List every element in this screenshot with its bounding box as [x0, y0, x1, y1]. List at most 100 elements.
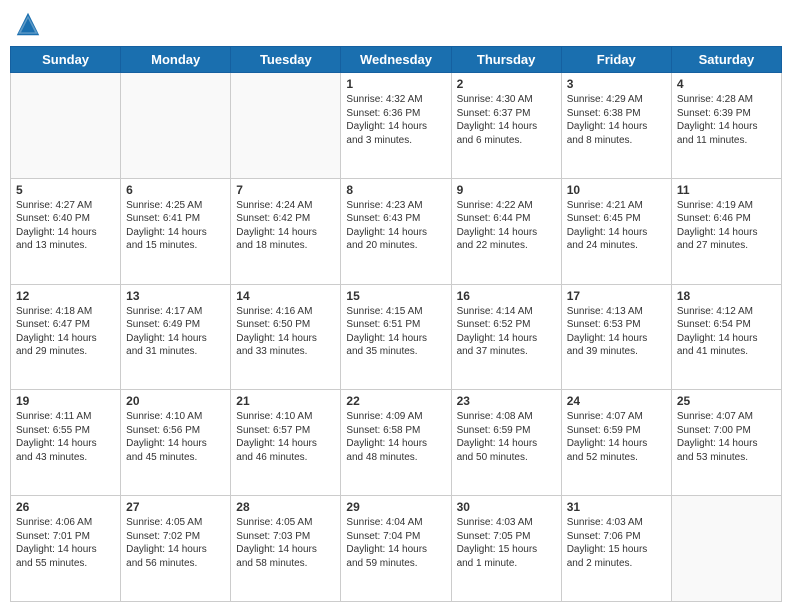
cell-content: Sunrise: 4:15 AM Sunset: 6:51 PM Dayligh…: [346, 305, 445, 359]
calendar-cell: 16 Sunrise: 4:14 AM Sunset: 6:52 PM Dayli…: [451, 284, 561, 390]
cell-content: Sunrise: 4:08 AM Sunset: 6:59 PM Dayligh…: [457, 410, 556, 464]
cell-content: Sunrise: 4:23 AM Sunset: 6:43 PM Dayligh…: [346, 199, 445, 253]
calendar-cell: 1 Sunrise: 4:32 AM Sunset: 6:36 PM Daylig…: [341, 73, 451, 179]
calendar-cell: 25 Sunrise: 4:07 AM Sunset: 7:00 PM Dayli…: [671, 390, 781, 496]
cell-content: Sunrise: 4:12 AM Sunset: 6:54 PM Dayligh…: [677, 305, 776, 359]
day-number: 9: [457, 183, 556, 197]
day-number: 26: [16, 500, 115, 514]
cell-content: Sunrise: 4:05 AM Sunset: 7:02 PM Dayligh…: [126, 516, 225, 570]
cell-content: Sunrise: 4:04 AM Sunset: 7:04 PM Dayligh…: [346, 516, 445, 570]
calendar-cell: 30 Sunrise: 4:03 AM Sunset: 7:05 PM Dayli…: [451, 496, 561, 602]
calendar-cell: 8 Sunrise: 4:23 AM Sunset: 6:43 PM Daylig…: [341, 178, 451, 284]
cell-content: Sunrise: 4:03 AM Sunset: 7:05 PM Dayligh…: [457, 516, 556, 570]
calendar-week-4: 19 Sunrise: 4:11 AM Sunset: 6:55 PM Dayli…: [11, 390, 782, 496]
day-number: 29: [346, 500, 445, 514]
day-number: 25: [677, 394, 776, 408]
calendar-cell: 18 Sunrise: 4:12 AM Sunset: 6:54 PM Dayli…: [671, 284, 781, 390]
cell-content: Sunrise: 4:10 AM Sunset: 6:57 PM Dayligh…: [236, 410, 335, 464]
cell-content: Sunrise: 4:30 AM Sunset: 6:37 PM Dayligh…: [457, 93, 556, 147]
cell-content: Sunrise: 4:09 AM Sunset: 6:58 PM Dayligh…: [346, 410, 445, 464]
calendar-cell: 11 Sunrise: 4:19 AM Sunset: 6:46 PM Dayli…: [671, 178, 781, 284]
day-header-tuesday: Tuesday: [231, 47, 341, 73]
day-number: 27: [126, 500, 225, 514]
day-number: 16: [457, 289, 556, 303]
day-number: 1: [346, 77, 445, 91]
calendar-cell: 19 Sunrise: 4:11 AM Sunset: 6:55 PM Dayli…: [11, 390, 121, 496]
day-header-saturday: Saturday: [671, 47, 781, 73]
calendar-cell: 2 Sunrise: 4:30 AM Sunset: 6:37 PM Daylig…: [451, 73, 561, 179]
calendar-cell: 27 Sunrise: 4:05 AM Sunset: 7:02 PM Dayli…: [121, 496, 231, 602]
cell-content: Sunrise: 4:19 AM Sunset: 6:46 PM Dayligh…: [677, 199, 776, 253]
cell-content: Sunrise: 4:03 AM Sunset: 7:06 PM Dayligh…: [567, 516, 666, 570]
calendar-cell: 26 Sunrise: 4:06 AM Sunset: 7:01 PM Dayli…: [11, 496, 121, 602]
calendar-week-5: 26 Sunrise: 4:06 AM Sunset: 7:01 PM Dayli…: [11, 496, 782, 602]
day-number: 20: [126, 394, 225, 408]
cell-content: Sunrise: 4:06 AM Sunset: 7:01 PM Dayligh…: [16, 516, 115, 570]
day-header-wednesday: Wednesday: [341, 47, 451, 73]
day-number: 19: [16, 394, 115, 408]
day-number: 8: [346, 183, 445, 197]
calendar-cell: 5 Sunrise: 4:27 AM Sunset: 6:40 PM Daylig…: [11, 178, 121, 284]
cell-content: Sunrise: 4:17 AM Sunset: 6:49 PM Dayligh…: [126, 305, 225, 359]
cell-content: Sunrise: 4:07 AM Sunset: 7:00 PM Dayligh…: [677, 410, 776, 464]
cell-content: Sunrise: 4:25 AM Sunset: 6:41 PM Dayligh…: [126, 199, 225, 253]
calendar-cell: 15 Sunrise: 4:15 AM Sunset: 6:51 PM Dayli…: [341, 284, 451, 390]
day-header-friday: Friday: [561, 47, 671, 73]
cell-content: Sunrise: 4:16 AM Sunset: 6:50 PM Dayligh…: [236, 305, 335, 359]
calendar-cell: 23Sunrise: 4:08 AM Sunset: 6:59 PM Dayli…: [451, 390, 561, 496]
cell-content: Sunrise: 4:18 AM Sunset: 6:47 PM Dayligh…: [16, 305, 115, 359]
calendar-cell: 9Sunrise: 4:22 AM Sunset: 6:44 PM Daylig…: [451, 178, 561, 284]
day-number: 21: [236, 394, 335, 408]
calendar-cell: [231, 73, 341, 179]
calendar-cell: [671, 496, 781, 602]
day-number: 12: [16, 289, 115, 303]
day-number: 7: [236, 183, 335, 197]
day-header-sunday: Sunday: [11, 47, 121, 73]
cell-content: Sunrise: 4:05 AM Sunset: 7:03 PM Dayligh…: [236, 516, 335, 570]
cell-content: Sunrise: 4:13 AM Sunset: 6:53 PM Dayligh…: [567, 305, 666, 359]
cell-content: Sunrise: 4:28 AM Sunset: 6:39 PM Dayligh…: [677, 93, 776, 147]
calendar-week-3: 12 Sunrise: 4:18 AM Sunset: 6:47 PM Dayli…: [11, 284, 782, 390]
day-number: 11: [677, 183, 776, 197]
day-number: 30: [457, 500, 556, 514]
day-number: 24: [567, 394, 666, 408]
calendar-cell: 29 Sunrise: 4:04 AM Sunset: 7:04 PM Dayli…: [341, 496, 451, 602]
calendar-cell: 20 Sunrise: 4:10 AM Sunset: 6:56 PM Dayli…: [121, 390, 231, 496]
calendar-cell: 6Sunrise: 4:25 AM Sunset: 6:41 PM Daylig…: [121, 178, 231, 284]
logo: [14, 10, 46, 38]
day-number: 5: [16, 183, 115, 197]
calendar-cell: 10 Sunrise: 4:21 AM Sunset: 6:45 PM Dayli…: [561, 178, 671, 284]
cell-content: Sunrise: 4:11 AM Sunset: 6:55 PM Dayligh…: [16, 410, 115, 464]
day-number: 3: [567, 77, 666, 91]
cell-content: Sunrise: 4:27 AM Sunset: 6:40 PM Dayligh…: [16, 199, 115, 253]
cell-content: Sunrise: 4:32 AM Sunset: 6:36 PM Dayligh…: [346, 93, 445, 147]
cell-content: Sunrise: 4:29 AM Sunset: 6:38 PM Dayligh…: [567, 93, 666, 147]
cell-content: Sunrise: 4:21 AM Sunset: 6:45 PM Dayligh…: [567, 199, 666, 253]
cell-content: Sunrise: 4:07 AM Sunset: 6:59 PM Dayligh…: [567, 410, 666, 464]
day-number: 14: [236, 289, 335, 303]
calendar-cell: 4 Sunrise: 4:28 AM Sunset: 6:39 PM Daylig…: [671, 73, 781, 179]
calendar-cell: 7Sunrise: 4:24 AM Sunset: 6:42 PM Daylig…: [231, 178, 341, 284]
day-number: 22: [346, 394, 445, 408]
day-header-monday: Monday: [121, 47, 231, 73]
calendar-cell: [11, 73, 121, 179]
day-number: 13: [126, 289, 225, 303]
calendar-table: SundayMondayTuesdayWednesdayThursdayFrid…: [10, 46, 782, 602]
calendar-cell: 14 Sunrise: 4:16 AM Sunset: 6:50 PM Dayli…: [231, 284, 341, 390]
cell-content: Sunrise: 4:14 AM Sunset: 6:52 PM Dayligh…: [457, 305, 556, 359]
calendar-cell: [121, 73, 231, 179]
calendar-cell: 24 Sunrise: 4:07 AM Sunset: 6:59 PM Dayli…: [561, 390, 671, 496]
day-number: 18: [677, 289, 776, 303]
day-number: 2: [457, 77, 556, 91]
day-number: 10: [567, 183, 666, 197]
calendar-cell: 13 Sunrise: 4:17 AM Sunset: 6:49 PM Dayli…: [121, 284, 231, 390]
day-number: 4: [677, 77, 776, 91]
calendar-cell: 17Sunrise: 4:13 AM Sunset: 6:53 PM Dayli…: [561, 284, 671, 390]
calendar-cell: 31 Sunrise: 4:03 AM Sunset: 7:06 PM Dayli…: [561, 496, 671, 602]
day-number: 15: [346, 289, 445, 303]
calendar-cell: 3 Sunrise: 4:29 AM Sunset: 6:38 PM Daylig…: [561, 73, 671, 179]
logo-icon: [14, 10, 42, 38]
cell-content: Sunrise: 4:10 AM Sunset: 6:56 PM Dayligh…: [126, 410, 225, 464]
day-number: 31: [567, 500, 666, 514]
calendar-cell: 28Sunrise: 4:05 AM Sunset: 7:03 PM Dayli…: [231, 496, 341, 602]
